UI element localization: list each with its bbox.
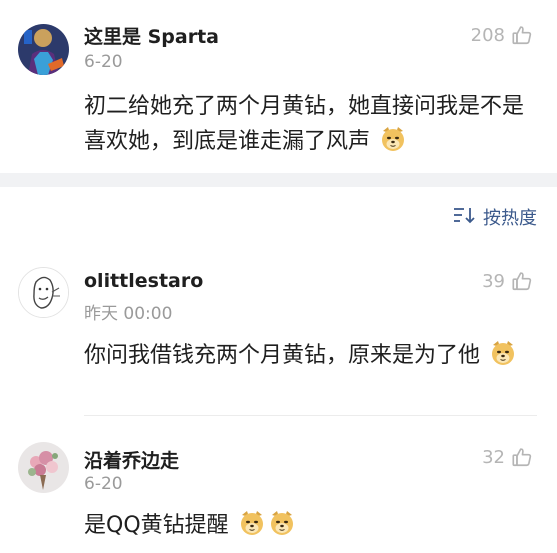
top-comment: 这里是 Sparta 6-20 208 初二给她充了两个月黄钻，她直接问我是不是… bbox=[0, 0, 557, 173]
comment-text: 你问我借钱充两个月黄钻，原来是为了他 bbox=[84, 343, 481, 368]
like-button[interactable]: 208 bbox=[471, 24, 533, 46]
thumbs-up-icon bbox=[511, 24, 533, 46]
comment-time: 昨天 00:00 bbox=[84, 304, 173, 324]
thumbs-up-icon bbox=[511, 446, 533, 468]
username[interactable]: olittlestaro bbox=[84, 270, 203, 292]
comment-item: 沿着乔边走 6-20 32 是QQ黄钻提醒 bbox=[0, 432, 557, 553]
comment-time: 6-20 bbox=[84, 52, 123, 72]
sort-label: 按热度 bbox=[483, 208, 537, 229]
avatar[interactable] bbox=[18, 442, 69, 493]
sort-by-hot-button[interactable]: 按热度 bbox=[452, 204, 537, 230]
comment-page: 这里是 Sparta 6-20 208 初二给她充了两个月黄钻，她直接问我是不是… bbox=[0, 0, 557, 553]
comment-text: 是QQ黄钻提醒 bbox=[84, 513, 229, 538]
comment-text: 初二给她充了两个月黄钻，她直接问我是不是喜欢她，到底是谁走漏了风声 bbox=[84, 94, 525, 154]
comment-body: 你问我借钱充两个月黄钻，原来是为了他 bbox=[84, 338, 536, 378]
like-count: 32 bbox=[482, 446, 505, 468]
comment-separator bbox=[84, 415, 537, 416]
doge-emoji bbox=[489, 339, 517, 378]
avatar[interactable] bbox=[18, 24, 69, 75]
thumbs-up-icon bbox=[511, 270, 533, 292]
avatar[interactable] bbox=[18, 267, 69, 318]
doge-emoji bbox=[379, 125, 407, 164]
like-button[interactable]: 32 bbox=[482, 446, 533, 468]
like-count: 208 bbox=[470, 24, 505, 46]
like-button[interactable]: 39 bbox=[482, 270, 533, 292]
sort-icon bbox=[452, 205, 476, 230]
comment-time: 6-20 bbox=[84, 474, 123, 494]
comment-item: olittlestaro 昨天 00:00 39 你问我借钱充两个月黄钻，原来是… bbox=[0, 255, 557, 415]
comment-body: 初二给她充了两个月黄钻，她直接问我是不是喜欢她，到底是谁走漏了风声 bbox=[84, 89, 536, 164]
like-count: 39 bbox=[482, 270, 505, 292]
username[interactable]: 沿着乔边走 bbox=[84, 446, 179, 473]
username[interactable]: 这里是 Sparta bbox=[84, 22, 219, 49]
comment-body: 是QQ黄钻提醒 bbox=[84, 508, 536, 548]
doge-emoji bbox=[268, 509, 296, 548]
doge-emoji bbox=[238, 509, 266, 548]
section-divider bbox=[0, 173, 557, 187]
